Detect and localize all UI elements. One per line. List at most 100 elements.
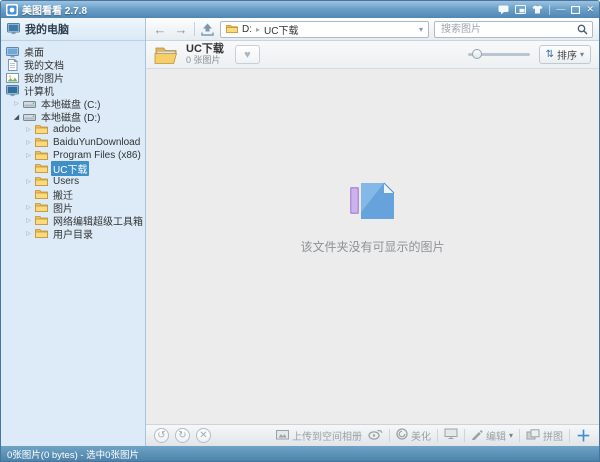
window-title: 美图看看 2.7.8 bbox=[22, 6, 88, 17]
folder-icon bbox=[35, 163, 48, 174]
folder-icon bbox=[35, 228, 48, 239]
address-dropdown-icon[interactable]: ▾ bbox=[419, 25, 423, 34]
empty-folder-icon bbox=[346, 179, 398, 228]
mini-mode-icon[interactable] bbox=[515, 4, 527, 16]
tree-item-adobe[interactable]: ▷ adobe bbox=[1, 123, 145, 136]
breadcrumb-arrow-icon: ▸ bbox=[256, 24, 261, 34]
delete-button[interactable]: ✕ bbox=[196, 428, 211, 443]
sort-caret-icon: ▾ bbox=[579, 50, 584, 59]
sidebar-header-label: 我的电脑 bbox=[25, 24, 69, 36]
bottom-toolbar-divider bbox=[518, 429, 520, 442]
tree-item-label: adobe bbox=[53, 124, 81, 135]
tree-item-user-dir[interactable]: ▷ 用户目录 bbox=[1, 227, 145, 241]
expander-collapsed-icon[interactable]: ▷ bbox=[25, 152, 32, 159]
collage-icon bbox=[526, 428, 540, 443]
forward-icon[interactable]: → bbox=[173, 22, 189, 37]
sidebar-header: 我的电脑 bbox=[1, 18, 145, 41]
expander-expanded-icon[interactable]: ◢ bbox=[13, 113, 20, 121]
expander-collapsed-icon[interactable]: ▷ bbox=[25, 126, 32, 133]
content-pane: ← → D: ▸ UC下载 ▾ 搜索图片 UC下载 0 张图片 ♥ ⇅ 排序 ▾… bbox=[146, 18, 599, 446]
wallpaper-button[interactable] bbox=[444, 428, 458, 443]
rotate-left-icon: ↺ bbox=[157, 429, 166, 441]
search-box[interactable] bbox=[434, 20, 593, 38]
expander-collapsed-icon[interactable]: ▷ bbox=[25, 139, 32, 146]
edit-label: 编辑 bbox=[485, 432, 506, 443]
tree-item-disk-d[interactable]: ◢ 本地磁盘 (D:) bbox=[1, 110, 145, 124]
rotate-right-icon: ↻ bbox=[178, 429, 187, 441]
plus-icon: ＋ bbox=[575, 428, 591, 445]
beautify-label: 美化 bbox=[410, 432, 431, 443]
sort-button[interactable]: ⇅ 排序 ▾ bbox=[538, 45, 591, 64]
minimize-icon[interactable]: — bbox=[556, 4, 565, 16]
upload-label: 上传到空间相册 bbox=[291, 432, 362, 443]
address-folder-icon bbox=[226, 24, 238, 34]
up-level-icon[interactable] bbox=[200, 23, 215, 36]
expander-collapsed-icon[interactable]: ▷ bbox=[13, 100, 20, 107]
delete-icon: ✕ bbox=[199, 429, 208, 441]
tree-item-label: Users bbox=[53, 176, 80, 187]
navigation-toolbar: ← → D: ▸ UC下载 ▾ bbox=[146, 18, 599, 41]
folder-icon bbox=[35, 189, 48, 200]
toolbar-divider bbox=[194, 22, 195, 36]
folder-icon bbox=[35, 137, 48, 148]
chat-icon[interactable] bbox=[498, 4, 509, 16]
share-weibo-button[interactable] bbox=[368, 428, 383, 443]
folder-icon bbox=[35, 150, 48, 161]
address-drive[interactable]: D: bbox=[242, 24, 252, 35]
slider-handle[interactable] bbox=[471, 49, 482, 59]
maximize-icon[interactable] bbox=[571, 4, 581, 16]
edit-caret-icon: ▾ bbox=[508, 431, 513, 440]
sort-label: 排序 bbox=[556, 51, 577, 62]
tree-item-uc-download[interactable]: UC下载 bbox=[1, 161, 145, 176]
empty-message: 该文件夹没有可显示的图片 bbox=[300, 239, 445, 254]
status-text: 0张图片(0 bytes) - 选中0张图片 bbox=[7, 449, 139, 461]
desktop-icon bbox=[6, 46, 19, 58]
beautify-button[interactable]: 美化 bbox=[396, 428, 431, 443]
drive-icon bbox=[23, 99, 36, 109]
content-header: UC下载 0 张图片 ♥ ⇅ 排序 ▾ bbox=[146, 41, 599, 69]
rotate-left-button[interactable]: ↺ bbox=[154, 428, 169, 443]
documents-icon bbox=[6, 58, 19, 71]
bottom-toolbar-divider bbox=[568, 429, 570, 442]
expander-collapsed-icon[interactable]: ▷ bbox=[25, 204, 32, 211]
address-folder[interactable]: UC下载 bbox=[264, 22, 298, 37]
search-icon[interactable] bbox=[577, 23, 588, 35]
expander-collapsed-icon[interactable]: ▷ bbox=[25, 178, 32, 185]
collage-button[interactable]: 拼图 bbox=[526, 428, 563, 443]
upload-to-album-button[interactable]: 上传到空间相册 bbox=[275, 428, 362, 443]
heart-icon: ♥ bbox=[244, 48, 251, 61]
tree-item-label: Program Files (x86) bbox=[53, 150, 141, 161]
folder-icon bbox=[35, 124, 48, 135]
pencil-icon bbox=[471, 429, 483, 443]
favorite-button[interactable]: ♥ bbox=[234, 45, 260, 64]
image-grid-area: 该文件夹没有可显示的图片 bbox=[146, 69, 599, 424]
upload-icon bbox=[275, 429, 289, 443]
sidebar: 我的电脑 桌面 我的文档 我的图片 计算机 ▷ 本地磁盘 (C:) ◢ 本地磁盘 (D:) ▷ a… bbox=[1, 18, 146, 446]
expander-collapsed-icon[interactable]: ▷ bbox=[25, 217, 32, 224]
bottom-toolbar-divider bbox=[388, 429, 390, 442]
expander-collapsed-icon[interactable]: ▷ bbox=[25, 230, 32, 237]
empty-state: 该文件夹没有可显示的图片 bbox=[300, 179, 445, 255]
titlebar-divider bbox=[549, 4, 551, 15]
pictures-icon bbox=[6, 72, 19, 84]
skin-icon[interactable] bbox=[532, 4, 543, 16]
back-icon[interactable]: ← bbox=[152, 22, 168, 37]
add-button[interactable]: ＋ bbox=[576, 425, 591, 446]
tree-item-baiduyun[interactable]: ▷ BaiduYunDownload bbox=[1, 136, 145, 149]
weibo-icon bbox=[368, 428, 383, 443]
open-folder-icon bbox=[154, 45, 179, 65]
tree-item-label: UC下载 bbox=[51, 161, 90, 176]
close-icon[interactable]: ✕ bbox=[586, 4, 594, 16]
current-folder-title: UC下载 bbox=[186, 43, 224, 56]
folder-icon bbox=[35, 215, 48, 226]
address-bar[interactable]: D: ▸ UC下载 ▾ bbox=[220, 20, 429, 38]
rotate-right-button[interactable]: ↻ bbox=[175, 428, 190, 443]
collage-label: 拼图 bbox=[542, 432, 563, 443]
thumbnail-size-slider[interactable] bbox=[467, 49, 530, 59]
status-bar: 0张图片(0 bytes) - 选中0张图片 bbox=[1, 446, 599, 461]
computer-icon bbox=[6, 84, 19, 97]
computer-header-icon bbox=[7, 23, 20, 35]
tree-item-label: 本地磁盘 (D:) bbox=[41, 113, 101, 124]
edit-button[interactable]: 编辑 ▾ bbox=[471, 428, 513, 443]
search-input[interactable] bbox=[439, 22, 575, 36]
